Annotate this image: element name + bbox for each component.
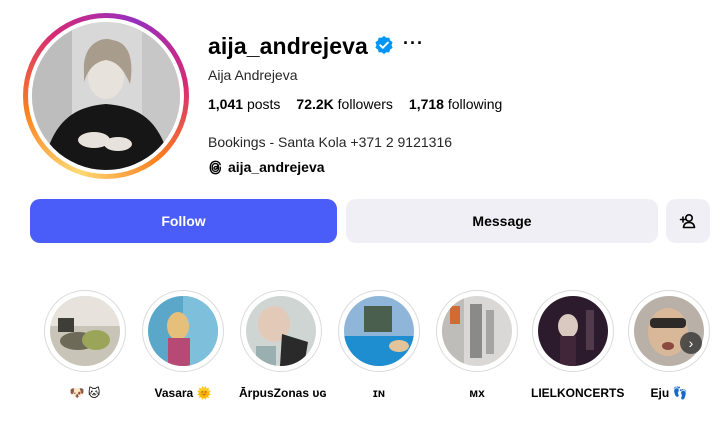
highlight-cover <box>442 296 512 366</box>
highlight-ring <box>142 290 224 372</box>
profile-stats: 1,041 posts 72.2K followers 1,718 follow… <box>208 96 502 112</box>
highlight-ring <box>436 290 518 372</box>
highlight-cover <box>634 296 704 366</box>
following-count: 1,718 <box>408 96 444 112</box>
highlight-item[interactable]: 🐶 🐱 <box>43 290 127 400</box>
profile-avatar[interactable] <box>32 22 180 170</box>
highlight-ring <box>628 290 710 372</box>
message-button[interactable]: Message <box>346 199 658 243</box>
highlight-label: ɪɴ <box>372 386 386 400</box>
threads-handle: aija_andrejeva <box>228 159 325 175</box>
posts-stat: 1,041 posts <box>208 96 280 112</box>
profile-avatar-ring[interactable] <box>23 13 189 179</box>
profile-bio: Bookings - Santa Kola +371 2 9121316 <box>208 134 453 150</box>
highlight-cover <box>148 296 218 366</box>
highlight-ring <box>338 290 420 372</box>
threads-icon <box>209 160 222 174</box>
highlight-ring <box>240 290 322 372</box>
highlight-ring <box>44 290 126 372</box>
avatar-border <box>28 18 184 174</box>
highlight-item[interactable]: ĀrpusZonas ᴜɢ <box>239 290 327 400</box>
highlight-item[interactable]: ᴍx <box>435 290 519 400</box>
posts-count: 1,041 <box>208 96 244 112</box>
highlight-label: ĀrpusZonas ᴜɢ <box>239 386 327 400</box>
highlight-label: 🐶 🐱 <box>69 386 101 400</box>
highlight-ring <box>532 290 614 372</box>
followers-stat[interactable]: 72.2K followers <box>296 96 393 112</box>
highlight-item[interactable]: Vasara 🌞 <box>141 290 225 400</box>
following-label: following <box>447 96 503 112</box>
suggest-people-button[interactable] <box>666 199 710 243</box>
add-person-icon <box>679 213 696 229</box>
highlight-cover <box>344 296 414 366</box>
profile-full-name: Aija Andrejeva <box>208 67 298 83</box>
follow-button[interactable]: Follow <box>30 199 337 243</box>
profile-username: aija_andrejeva <box>208 33 368 59</box>
highlight-label: Vasara 🌞 <box>154 386 212 400</box>
following-stat[interactable]: 1,718 following <box>409 96 502 112</box>
threads-link[interactable]: aija_andrejeva <box>208 159 325 175</box>
highlight-item[interactable]: ɪɴ <box>337 290 421 400</box>
posts-label: posts <box>246 96 281 112</box>
highlight-cover <box>538 296 608 366</box>
chevron-right-icon: › <box>688 335 694 351</box>
more-options-button[interactable]: ··· <box>403 33 424 54</box>
highlights-next-button[interactable]: › <box>680 332 702 354</box>
highlight-cover <box>246 296 316 366</box>
highlight-label: LIELKONCERTS <box>531 386 625 400</box>
followers-label: followers <box>337 96 393 112</box>
highlight-label: ᴍx <box>469 386 485 400</box>
verified-badge-icon <box>375 36 393 54</box>
highlight-cover <box>50 296 120 366</box>
followers-count: 72.2K <box>296 96 334 112</box>
highlight-label: Eju 👣 <box>650 386 688 400</box>
highlight-item[interactable]: LIELKONCERTS <box>531 290 625 400</box>
